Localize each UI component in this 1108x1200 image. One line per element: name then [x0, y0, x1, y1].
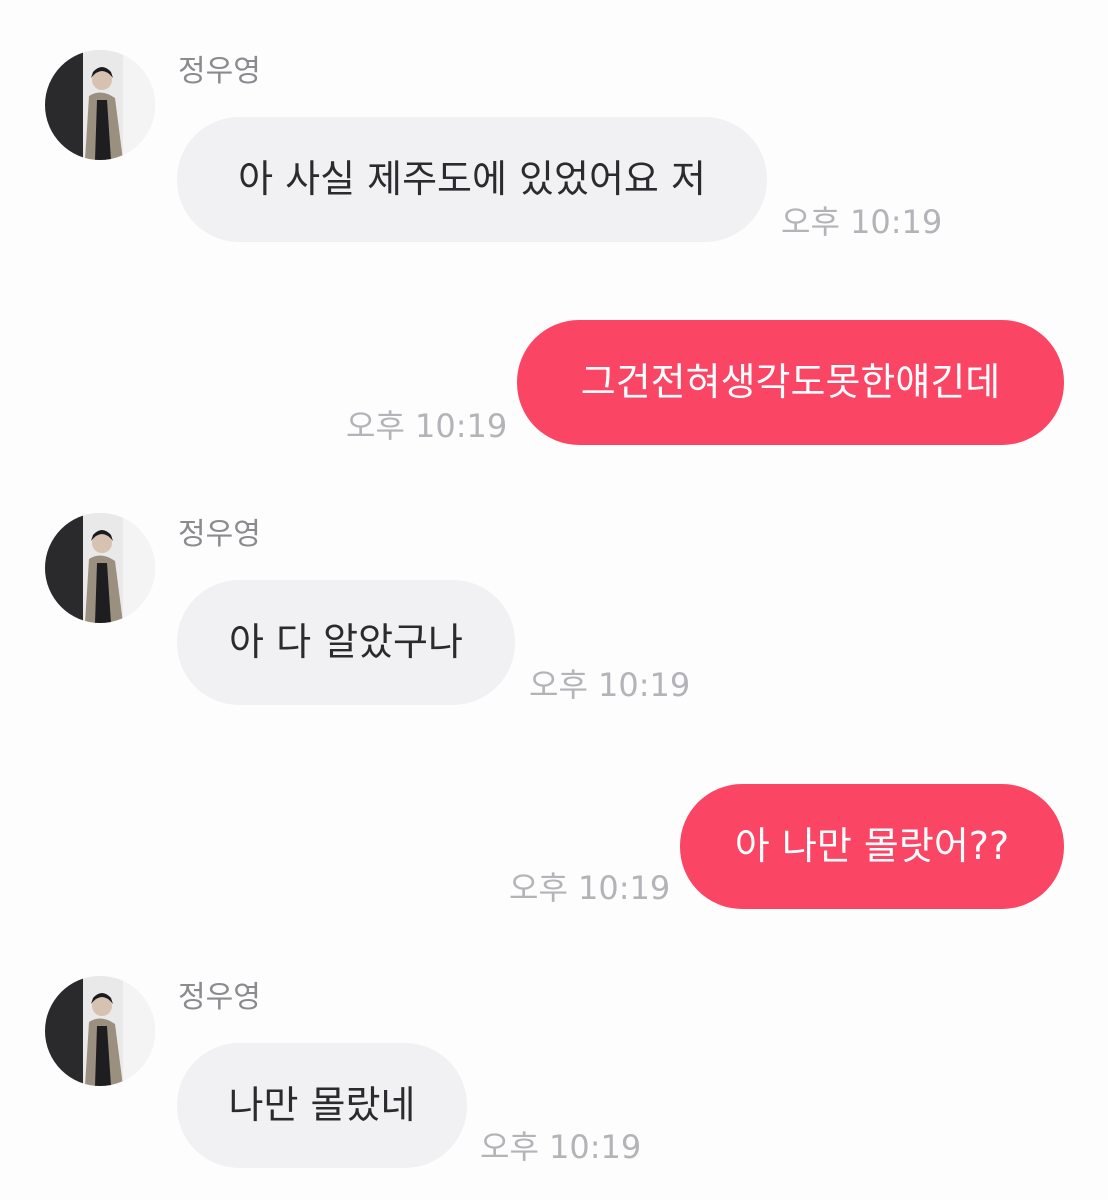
message-timestamp: 오후 10:19: [480, 1128, 642, 1166]
message-timestamp: 오후 10:19: [781, 203, 943, 241]
message-timestamp: 오후 10:19: [346, 407, 508, 445]
message-bubble[interactable]: 아 다 알았구나: [177, 580, 515, 705]
avatar-photo-icon: [45, 513, 155, 623]
sender-name: 정우영: [178, 517, 261, 552]
sender-avatar[interactable]: [45, 513, 155, 623]
message-timestamp: 오후 10:19: [509, 869, 671, 907]
message-bubble[interactable]: 그건전혀생각도못한얘긴데: [517, 320, 1064, 445]
message-bubble[interactable]: 나만 몰랐네: [177, 1043, 467, 1168]
message-bubble[interactable]: 아 사실 제주도에 있었어요 저: [177, 117, 767, 242]
sender-avatar[interactable]: [45, 976, 155, 1086]
sender-name: 정우영: [178, 980, 261, 1015]
message-timestamp: 오후 10:19: [529, 666, 691, 704]
avatar-photo-icon: [45, 976, 155, 1086]
avatar-photo-icon: [45, 50, 155, 160]
sender-avatar[interactable]: [45, 50, 155, 160]
sender-name: 정우영: [178, 54, 261, 89]
message-bubble[interactable]: 아 나만 몰랏어??: [680, 784, 1064, 909]
